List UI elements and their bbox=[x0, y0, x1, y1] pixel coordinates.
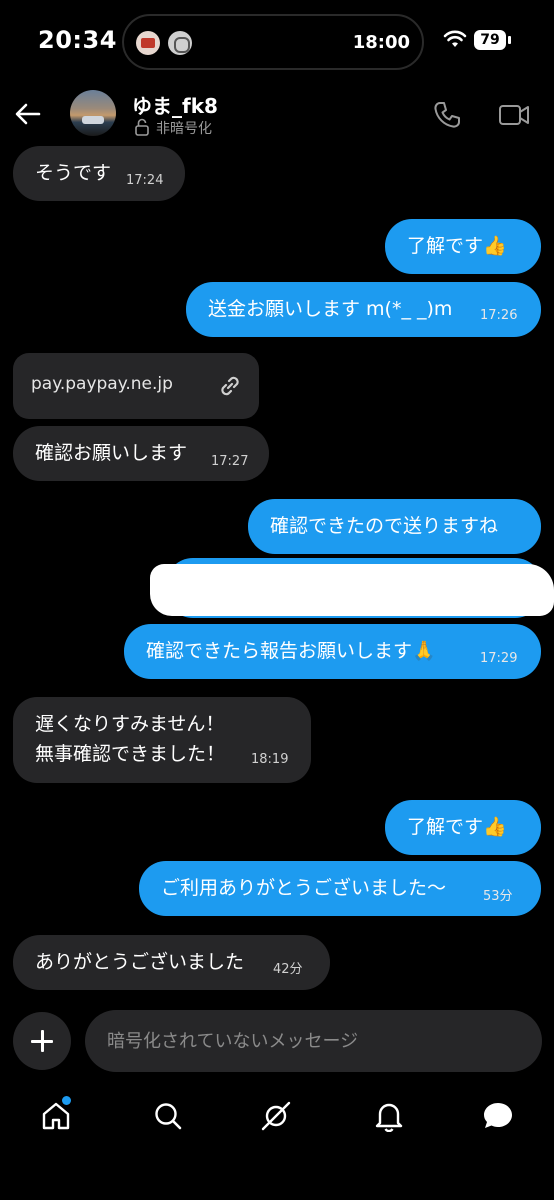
message-timestamp: 53分 bbox=[483, 889, 513, 904]
back-arrow-icon[interactable] bbox=[14, 100, 42, 128]
live-activity-team-icon bbox=[168, 31, 192, 55]
battery-indicator: 79 bbox=[474, 30, 506, 50]
grok-icon[interactable] bbox=[260, 1100, 292, 1132]
message-text: 送金お願いします m(*_ _)m bbox=[208, 298, 453, 320]
message-text: そうです bbox=[35, 162, 112, 184]
search-icon[interactable] bbox=[152, 1100, 184, 1132]
video-call-icon[interactable] bbox=[498, 102, 530, 128]
message-text: ご利用ありがとうございました〜 bbox=[161, 877, 447, 899]
message-outgoing[interactable]: ご利用ありがとうございました〜 53分 bbox=[139, 861, 541, 916]
message-text: 確認できたので送りますね bbox=[270, 515, 499, 537]
message-text: 確認お願いします bbox=[35, 442, 188, 464]
wifi-icon bbox=[443, 30, 467, 47]
message-text: 了解です👍 bbox=[407, 235, 507, 257]
message-outgoing[interactable]: 確認できたら報告お願いします🙏 17:29 bbox=[124, 624, 541, 679]
message-composer bbox=[85, 1010, 542, 1072]
status-time: 20:34 bbox=[38, 26, 117, 54]
live-activity-time: 18:00 bbox=[352, 32, 410, 53]
redacted-overlay bbox=[150, 564, 554, 616]
message-timestamp: 17:24 bbox=[126, 173, 164, 188]
message-outgoing[interactable]: 了解です👍 bbox=[385, 219, 541, 274]
message-incoming[interactable]: 遅くなりすみません！ 無事確認できました！ 18:19 bbox=[13, 697, 311, 783]
message-incoming[interactable]: そうです 17:24 bbox=[13, 146, 185, 201]
dynamic-island[interactable]: 18:00 bbox=[122, 14, 424, 70]
message-input[interactable] bbox=[107, 1010, 527, 1072]
home-notification-dot bbox=[62, 1096, 71, 1105]
link-preview-card[interactable]: pay.paypay.ne.jp bbox=[13, 353, 259, 419]
message-outgoing[interactable]: 送金お願いします m(*_ _)m 17:26 bbox=[186, 282, 541, 337]
add-attachment-button[interactable] bbox=[13, 1012, 71, 1070]
battery-tip bbox=[508, 36, 511, 44]
status-bar: 20:34 18:00 79 bbox=[0, 0, 554, 84]
message-outgoing[interactable]: 了解です👍 bbox=[385, 800, 541, 855]
home-indicator bbox=[208, 1180, 346, 1185]
encryption-status: 非暗号化 bbox=[156, 121, 212, 137]
unlocked-icon bbox=[135, 118, 149, 136]
messages-icon[interactable] bbox=[481, 1100, 515, 1132]
phone-icon[interactable] bbox=[432, 100, 462, 130]
message-timestamp: 17:26 bbox=[480, 308, 518, 323]
message-incoming[interactable]: ありがとうございました 42分 bbox=[13, 935, 330, 990]
link-icon bbox=[221, 376, 239, 396]
chat-header: ゆま_fk8 非暗号化 bbox=[0, 84, 554, 146]
message-timestamp: 17:29 bbox=[480, 651, 518, 666]
live-activity-app-icon bbox=[136, 31, 160, 55]
link-url: pay.paypay.ne.jp bbox=[31, 374, 173, 394]
message-timestamp: 42分 bbox=[273, 962, 303, 977]
message-text-line: 遅くなりすみません！ bbox=[35, 713, 225, 735]
notifications-icon[interactable] bbox=[373, 1100, 405, 1132]
message-text: ありがとうございました bbox=[35, 951, 245, 973]
message-incoming[interactable]: 確認お願いします 17:27 bbox=[13, 426, 269, 481]
message-timestamp: 18:19 bbox=[251, 752, 289, 767]
avatar[interactable] bbox=[70, 90, 116, 136]
chat-username[interactable]: ゆま_fk8 bbox=[132, 90, 218, 119]
message-text: 了解です👍 bbox=[407, 816, 507, 838]
message-timestamp: 17:27 bbox=[211, 454, 249, 469]
message-outgoing[interactable]: 確認できたので送りますね bbox=[248, 499, 541, 554]
message-text: 確認できたら報告お願いします🙏 bbox=[146, 640, 436, 662]
